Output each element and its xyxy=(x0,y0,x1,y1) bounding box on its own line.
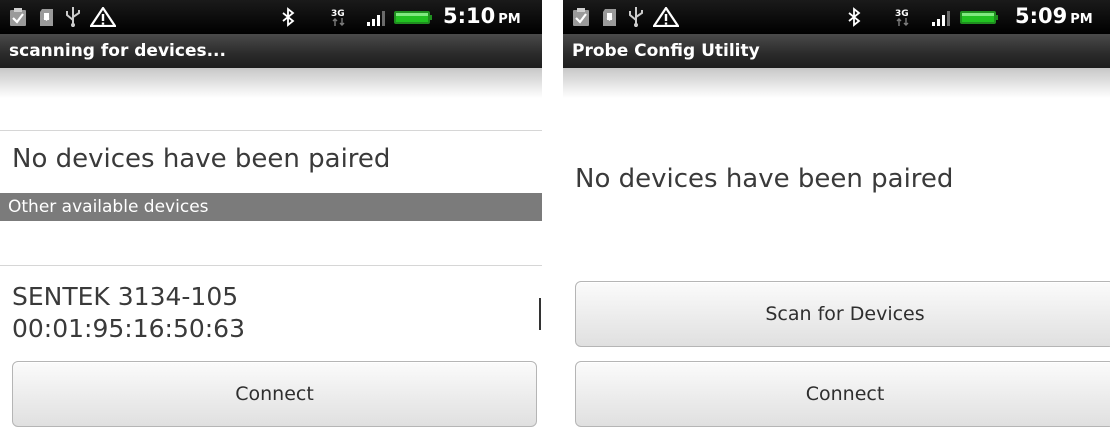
clock: 5:10 PM xyxy=(443,4,521,28)
status-bar: 3G 5:10 PM xyxy=(0,0,542,34)
network-3g-icon: 3G xyxy=(895,9,909,26)
network-3g-icon: 3G xyxy=(331,9,345,26)
status-bar: 3G 5:09 PM xyxy=(563,0,1110,34)
bluetooth-icon xyxy=(282,7,295,27)
scrollbar[interactable] xyxy=(539,298,541,330)
warning-icon xyxy=(653,7,679,27)
battery-icon xyxy=(394,11,432,24)
title-bar: scanning for devices... xyxy=(0,34,542,68)
svg-text:3G: 3G xyxy=(895,9,909,19)
screen-probe-config: 3G 5:09 PM Probe Config Utility No device… xyxy=(563,0,1110,429)
divider xyxy=(0,130,542,131)
battery-icon xyxy=(960,11,998,24)
bluetooth-icon xyxy=(848,7,861,27)
clock: 5:09 PM xyxy=(1015,4,1093,28)
device-address: 00:01:95:16:50:63 xyxy=(12,314,245,343)
sd-card-icon xyxy=(40,9,53,26)
svg-text:3G: 3G xyxy=(331,9,345,19)
connect-button[interactable]: Connect xyxy=(575,361,1110,427)
device-name: SENTEK 3134-105 xyxy=(12,282,239,311)
usb-icon xyxy=(629,7,643,27)
title-shadow xyxy=(563,68,1110,98)
clipboard-check-icon xyxy=(10,8,26,26)
usb-icon xyxy=(66,7,80,27)
scan-for-devices-button[interactable]: Scan for Devices xyxy=(575,281,1110,347)
warning-icon xyxy=(90,7,116,27)
paired-devices-message: No devices have been paired xyxy=(575,164,954,194)
title-shadow xyxy=(0,68,542,98)
signal-bars-icon xyxy=(932,11,950,26)
connect-button[interactable]: Connect xyxy=(12,361,537,427)
signal-bars-icon xyxy=(367,11,385,26)
other-devices-header: Other available devices xyxy=(0,193,542,221)
title-bar: Probe Config Utility xyxy=(563,34,1110,68)
clipboard-check-icon xyxy=(573,8,589,26)
device-list-item[interactable]: SENTEK 3134-105 00:01:95:16:50:63 xyxy=(0,266,542,356)
screen-scanning: 3G 5:10 PM scanning for devices... No dev… xyxy=(0,0,542,429)
paired-devices-message: No devices have been paired xyxy=(12,144,391,174)
sd-card-icon xyxy=(603,9,616,26)
